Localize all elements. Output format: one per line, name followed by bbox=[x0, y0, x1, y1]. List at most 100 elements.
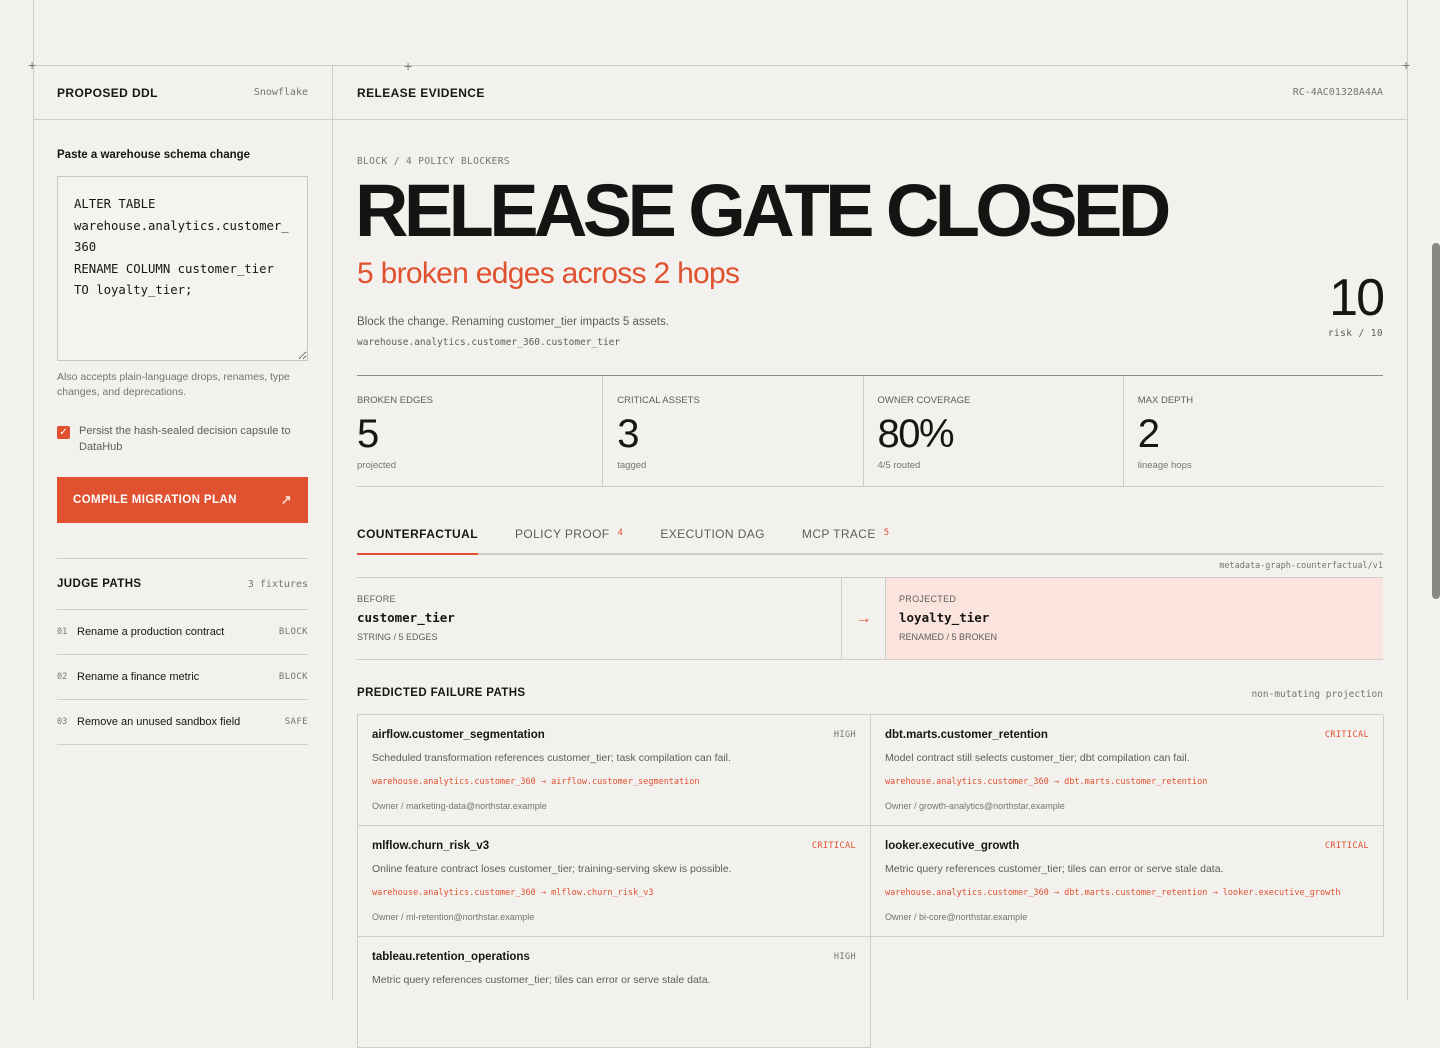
failure-paths-subtitle: non-mutating projection bbox=[1251, 689, 1383, 700]
failure-path-card[interactable]: dbt.marts.customer_retention CRITICAL Mo… bbox=[871, 715, 1384, 826]
verdict-description: Block the change. Renaming customer_tier… bbox=[357, 316, 669, 328]
tab-count-badge: 4 bbox=[617, 528, 624, 538]
asset-owner: Owner / marketing-data@northstar.example bbox=[372, 801, 547, 811]
stat-value: 3 bbox=[617, 412, 639, 456]
ddl-input[interactable] bbox=[57, 176, 308, 361]
before-column: BEFORE customer_tier STRING / 5 EDGES bbox=[357, 578, 841, 659]
stat-detail: 4/5 routed bbox=[877, 460, 921, 471]
ddl-panel-header: PROPOSED DDL Snowflake bbox=[33, 66, 333, 120]
judge-path-item[interactable]: 03 Remove an unused sandbox field SAFE bbox=[57, 700, 308, 745]
judge-path-status: SAFE bbox=[284, 717, 308, 727]
stat-detail: projected bbox=[357, 460, 397, 471]
empty-grid-cell bbox=[871, 937, 1384, 1048]
persist-checkbox-row[interactable]: ✓ Persist the hash-sealed decision capsu… bbox=[57, 424, 312, 455]
tab-label: POLICY PROOF bbox=[514, 527, 610, 541]
page-scrollbar[interactable] bbox=[1432, 243, 1440, 599]
stat-value: 80% bbox=[877, 412, 955, 456]
before-column-name: customer_tier bbox=[357, 610, 455, 625]
failure-path-card[interactable]: mlflow.churn_risk_v3 CRITICAL Online fea… bbox=[358, 826, 871, 937]
asset-owner: Owner / ml-retention@northstar.example bbox=[372, 912, 535, 922]
judge-paths-section: JUDGE PATHS 3 fixtures 01 Rename a produ… bbox=[57, 558, 308, 745]
failure-path-card[interactable]: tableau.retention_operations HIGH Metric… bbox=[358, 937, 871, 1048]
stat-max-depth: MAX DEPTH 2 lineage hops bbox=[1124, 376, 1383, 486]
judge-paths-header: JUDGE PATHS 3 fixtures bbox=[57, 559, 308, 610]
judge-path-item[interactable]: 02 Rename a finance metric BLOCK bbox=[57, 655, 308, 700]
compile-migration-plan-button[interactable]: COMPILE MIGRATION PLAN ↗ bbox=[57, 477, 308, 523]
asset-name: airflow.customer_segmentation bbox=[372, 729, 545, 741]
before-detail: STRING / 5 EDGES bbox=[357, 632, 438, 642]
tab-label: COUNTERFACTUAL bbox=[357, 527, 478, 541]
column-path: warehouse.analytics.customer_360.custome… bbox=[357, 337, 621, 348]
counterfactual-comparison: BEFORE customer_tier STRING / 5 EDGES → … bbox=[357, 577, 1383, 660]
stat-label: CRITICAL ASSETS bbox=[617, 395, 700, 406]
stat-label: MAX DEPTH bbox=[1137, 395, 1194, 406]
frame-right-line bbox=[1407, 0, 1408, 1000]
asset-name: dbt.marts.customer_retention bbox=[885, 729, 1048, 741]
judge-path-item[interactable]: 01 Rename a production contract BLOCK bbox=[57, 610, 308, 655]
ddl-panel: PROPOSED DDL Snowflake Paste a warehouse… bbox=[33, 66, 333, 1000]
tab-counterfactual[interactable]: COUNTERFACTUAL bbox=[357, 521, 478, 555]
tab-label: EXECUTION DAG bbox=[660, 527, 765, 541]
stat-owner-coverage: OWNER COVERAGE 80% 4/5 routed bbox=[864, 376, 1124, 486]
graph-id: metadata-graph-counterfactual/v1 bbox=[1219, 561, 1383, 571]
tab-label: MCP TRACE bbox=[801, 527, 876, 541]
release-evidence-panel: RELEASE EVIDENCE RC-4AC01328A4AA BLOCK /… bbox=[333, 66, 1407, 1048]
release-id: RC-4AC01328A4AA bbox=[1292, 87, 1383, 98]
persist-checkbox[interactable]: ✓ bbox=[57, 426, 70, 439]
judge-paths-count: 3 fixtures bbox=[247, 578, 308, 590]
failure-message: Online feature contract loses customer_t… bbox=[372, 863, 732, 875]
stats-row: BROKEN EDGES 5 projected CRITICAL ASSETS… bbox=[357, 375, 1383, 487]
tab-policy-proof[interactable]: POLICY PROOF 4 bbox=[515, 521, 623, 555]
stat-value: 5 bbox=[357, 412, 379, 456]
severity-badge: CRITICAL bbox=[1324, 730, 1369, 740]
judge-path-number: 01 bbox=[57, 627, 68, 637]
arrow-up-right-icon: ↗ bbox=[280, 492, 292, 507]
stat-detail: tagged bbox=[617, 460, 647, 471]
projected-label: PROJECTED bbox=[899, 594, 957, 604]
lineage-edge: warehouse.analytics.customer_360 → dbt.m… bbox=[885, 888, 1341, 898]
release-evidence-title: RELEASE EVIDENCE bbox=[357, 85, 485, 100]
verdict-subhead: 5 broken edges across 2 hops bbox=[357, 257, 740, 290]
asset-owner: Owner / bi-core@northstar.example bbox=[885, 912, 1028, 922]
before-label: BEFORE bbox=[357, 594, 396, 604]
tab-count-badge: 5 bbox=[883, 528, 890, 538]
judge-paths-title: JUDGE PATHS bbox=[57, 578, 142, 590]
tab-execution-dag[interactable]: EXECUTION DAG bbox=[660, 521, 765, 555]
failure-path-card[interactable]: looker.executive_growth CRITICAL Metric … bbox=[871, 826, 1384, 937]
stat-detail: lineage hops bbox=[1137, 460, 1192, 471]
lineage-edge: warehouse.analytics.customer_360 → mlflo… bbox=[372, 888, 654, 898]
release-evidence-header: RELEASE EVIDENCE RC-4AC01328A4AA bbox=[333, 66, 1407, 120]
severity-badge: HIGH bbox=[833, 730, 856, 740]
failure-paths-title: PREDICTED FAILURE PATHS bbox=[357, 687, 526, 699]
verdict-eyebrow: BLOCK / 4 POLICY BLOCKERS bbox=[357, 156, 510, 167]
evidence-tabs: COUNTERFACTUAL POLICY PROOF 4 EXECUTION … bbox=[357, 521, 1383, 555]
severity-badge: CRITICAL bbox=[1324, 841, 1369, 851]
ddl-input-label: Paste a warehouse schema change bbox=[57, 149, 251, 161]
judge-path-name: Remove an unused sandbox field bbox=[77, 716, 241, 728]
projected-column: PROJECTED loyalty_tier RENAMED / 5 BROKE… bbox=[886, 578, 1383, 659]
stat-value: 2 bbox=[1137, 412, 1160, 456]
risk-score-value: 10 bbox=[1329, 269, 1385, 327]
dialect-label: Snowflake bbox=[253, 87, 308, 98]
stat-label: BROKEN EDGES bbox=[357, 395, 434, 406]
lineage-edge: warehouse.analytics.customer_360 → airfl… bbox=[372, 777, 700, 787]
failure-message: Metric query references customer_tier; t… bbox=[885, 863, 1224, 875]
judge-path-number: 02 bbox=[57, 672, 68, 682]
failure-message: Metric query references customer_tier; t… bbox=[372, 974, 711, 986]
ddl-hint: Also accepts plain-language drops, renam… bbox=[57, 371, 290, 398]
failure-message: Model contract still selects customer_ti… bbox=[885, 752, 1190, 764]
tab-mcp-trace[interactable]: MCP TRACE 5 bbox=[802, 521, 890, 555]
stat-label: OWNER COVERAGE bbox=[877, 395, 971, 406]
judge-path-status: BLOCK bbox=[278, 672, 308, 682]
stat-critical-assets: CRITICAL ASSETS 3 tagged bbox=[603, 376, 864, 486]
failure-path-card[interactable]: airflow.customer_segmentation HIGH Sched… bbox=[358, 715, 871, 826]
asset-owner: Owner / growth-analytics@northstar.examp… bbox=[885, 801, 1065, 811]
asset-name: mlflow.churn_risk_v3 bbox=[372, 840, 490, 852]
lineage-edge: warehouse.analytics.customer_360 → dbt.m… bbox=[885, 777, 1208, 787]
risk-score-label: risk / 10 bbox=[1327, 328, 1383, 339]
judge-path-status: BLOCK bbox=[278, 627, 308, 637]
ddl-panel-title: PROPOSED DDL bbox=[57, 85, 158, 100]
arrow-right-icon: → bbox=[841, 578, 886, 659]
severity-badge: HIGH bbox=[833, 952, 856, 962]
projected-detail: RENAMED / 5 BROKEN bbox=[899, 632, 998, 642]
